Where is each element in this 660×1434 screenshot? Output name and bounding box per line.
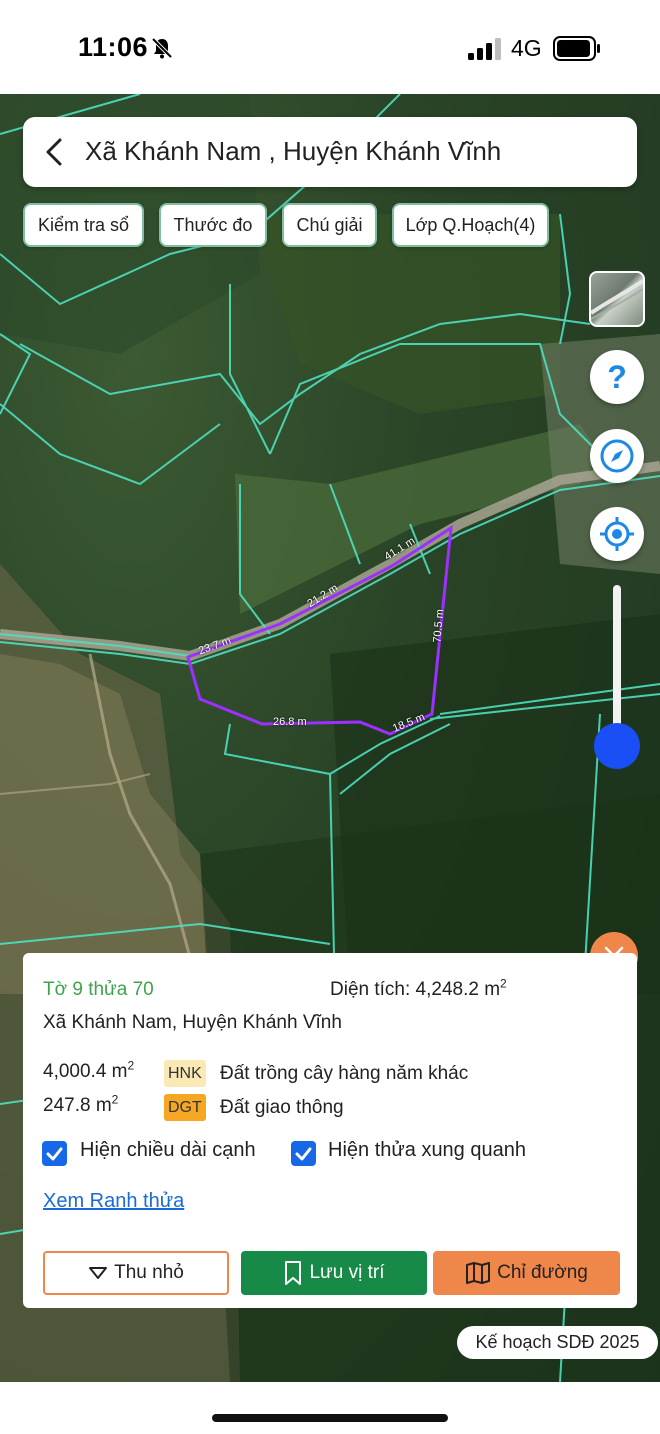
battery-icon xyxy=(553,36,600,61)
bookmark-icon xyxy=(285,1261,302,1285)
checkmark-icon xyxy=(46,1147,63,1161)
parcel-area-value: Diện tích: 4,248.2 m xyxy=(330,979,501,1000)
svg-text:?: ? xyxy=(607,359,627,395)
edge-label: 26.8 m xyxy=(273,716,307,728)
status-bar: 11:06 4G xyxy=(0,0,660,94)
land-use-description: Đất trồng cây hàng năm khác xyxy=(220,1063,469,1084)
show-edge-length-checkbox[interactable] xyxy=(42,1141,67,1166)
land-use-plan-badge[interactable]: Kế hoạch SDĐ 2025 xyxy=(457,1326,658,1359)
show-edge-length-label[interactable]: Hiện chiều dài cạnh xyxy=(80,1139,256,1162)
map-icon xyxy=(466,1262,491,1284)
compass-icon xyxy=(600,439,634,473)
chip-legend[interactable]: Chú giải xyxy=(282,203,377,247)
save-location-label: Lưu vị trí xyxy=(309,1262,385,1283)
layer-thumbnail-icon xyxy=(591,279,643,320)
chip-check-book[interactable]: Kiểm tra sổ xyxy=(23,203,144,247)
area-unit-superscript: 2 xyxy=(500,976,507,991)
bell-slash-icon xyxy=(151,37,173,59)
help-icon: ? xyxy=(607,359,627,395)
collapse-button[interactable]: Thu nhỏ xyxy=(43,1251,229,1295)
location-header: Xã Khánh Nam , Huyện Khánh Vĩnh xyxy=(23,117,637,187)
collapse-button-label: Thu nhỏ xyxy=(114,1262,184,1283)
parcel-id: Tờ 9 thửa 70 xyxy=(43,979,154,1000)
land-use-area-value: 247.8 m xyxy=(43,1095,112,1116)
area-unit-superscript: 2 xyxy=(111,1092,119,1107)
checkmark-icon xyxy=(295,1147,312,1161)
signal-icon xyxy=(468,38,501,60)
directions-label: Chỉ đường xyxy=(497,1262,588,1283)
compass-button[interactable] xyxy=(590,429,644,483)
locate-button[interactable] xyxy=(590,507,644,561)
area-unit-superscript: 2 xyxy=(127,1058,135,1073)
land-code-badge: HNK xyxy=(164,1060,206,1087)
show-neighbor-parcels-checkbox[interactable] xyxy=(291,1141,316,1166)
save-location-button[interactable]: Lưu vị trí xyxy=(241,1251,427,1295)
land-use-description: Đất giao thông xyxy=(220,1097,344,1118)
view-parcel-boundary-link[interactable]: Xem Ranh thửa xyxy=(43,1190,184,1213)
chevron-left-icon[interactable] xyxy=(43,137,65,167)
chip-planning-layer[interactable]: Lớp Q.Hoạch(4) xyxy=(392,203,549,247)
land-code-badge: DGT xyxy=(164,1094,206,1121)
help-button[interactable]: ? xyxy=(590,350,644,404)
bottom-safe-area xyxy=(0,1382,660,1434)
network-label: 4G xyxy=(511,35,542,61)
directions-button[interactable]: Chỉ đường xyxy=(433,1251,620,1295)
map-layer-switch[interactable] xyxy=(589,271,645,327)
land-use-area-value: 4,000.4 m xyxy=(43,1061,128,1082)
locate-icon xyxy=(600,517,634,551)
parcel-address: Xã Khánh Nam, Huyện Khánh Vĩnh xyxy=(43,1012,342,1033)
triangle-down-icon xyxy=(89,1267,108,1279)
status-time: 11:06 xyxy=(78,32,149,62)
parcel-area: Diện tích: 4,248.2 m2 xyxy=(330,976,507,1001)
show-neighbor-parcels-label[interactable]: Hiện thửa xung quanh xyxy=(328,1139,526,1162)
chip-ruler[interactable]: Thước đo xyxy=(159,203,267,247)
land-use-area: 4,000.4 m2 xyxy=(43,1058,135,1083)
zoom-slider-thumb[interactable] xyxy=(594,723,640,769)
parcel-info-panel: Tờ 9 thửa 70 Diện tích: 4,248.2 m2 Xã Kh… xyxy=(23,953,637,1308)
home-indicator[interactable] xyxy=(212,1414,448,1422)
location-title: Xã Khánh Nam , Huyện Khánh Vĩnh xyxy=(85,136,502,166)
land-use-area: 247.8 m2 xyxy=(43,1092,119,1117)
